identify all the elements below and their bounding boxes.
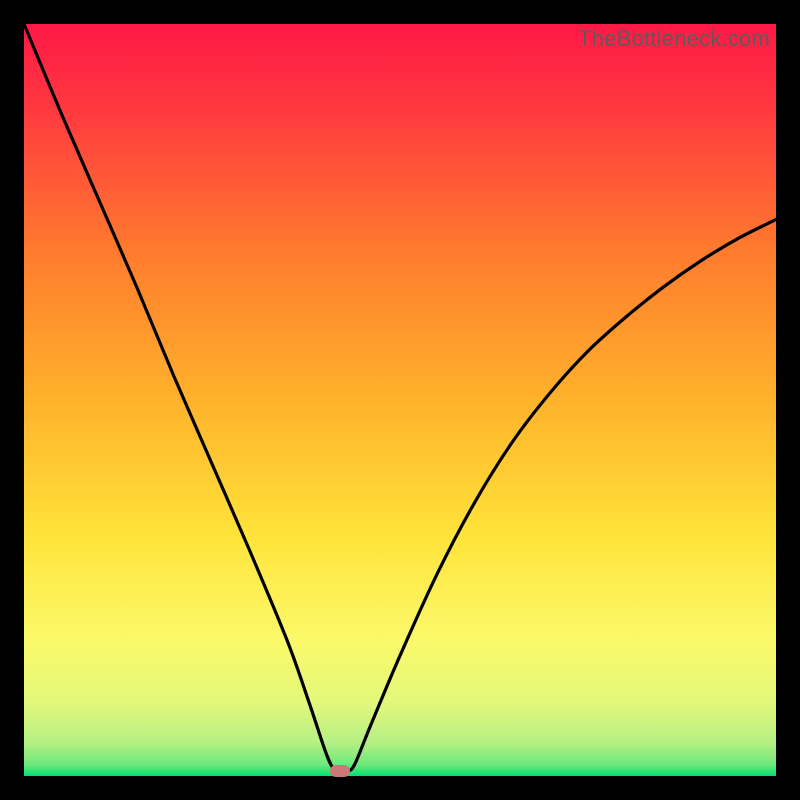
plot-area: TheBottleneck.com (24, 24, 776, 776)
bottleneck-curve (24, 24, 776, 776)
optimum-marker (330, 765, 350, 777)
